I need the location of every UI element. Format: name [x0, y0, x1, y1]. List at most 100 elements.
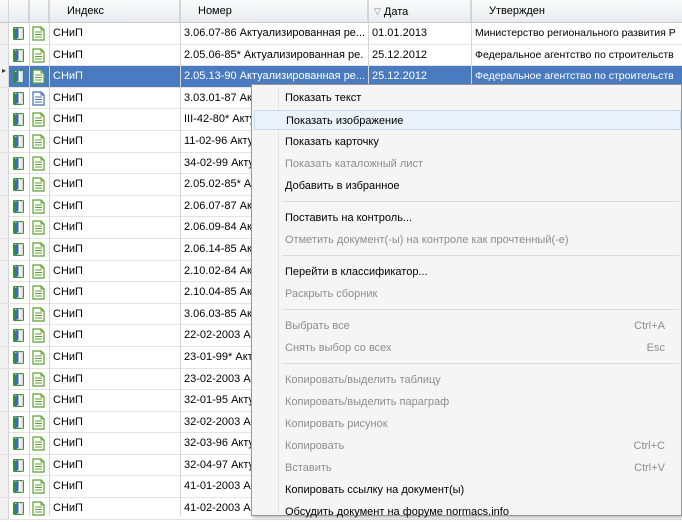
row-gutter[interactable]: [0, 238, 9, 260]
row-gutter[interactable]: [0, 346, 9, 368]
document-icon[interactable]: [32, 479, 45, 495]
column-header-number[interactable]: Номер: [180, 0, 368, 22]
document-icon[interactable]: [32, 263, 45, 279]
row-gutter[interactable]: [0, 109, 9, 131]
menu-item[interactable]: Раскрыть сборник: [254, 284, 681, 304]
menu-item[interactable]: Обсудить документ на форуме normacs.info: [254, 502, 681, 522]
book-icon[interactable]: [12, 91, 26, 106]
book-icon[interactable]: [12, 393, 26, 408]
menu-item-label: Показать карточку: [285, 135, 379, 148]
book-icon[interactable]: [12, 350, 26, 365]
menu-item[interactable]: Перейти в классификатор...: [254, 262, 681, 282]
book-icon[interactable]: [12, 458, 26, 473]
book-icon[interactable]: [12, 48, 26, 63]
book-icon[interactable]: [12, 479, 26, 494]
row-gutter[interactable]: [0, 476, 9, 498]
row-gutter[interactable]: [0, 260, 9, 282]
document-icon[interactable]: [32, 69, 45, 84]
document-icon[interactable]: [32, 47, 45, 63]
header-icon-col-2[interactable]: [29, 0, 49, 22]
menu-item-label: Показать изображение: [286, 114, 404, 127]
menu-item[interactable]: Добавить в избранное: [254, 176, 681, 196]
row-gutter[interactable]: [0, 368, 9, 390]
blue-document-icon[interactable]: [32, 91, 45, 106]
book-icon[interactable]: [12, 415, 26, 430]
book-icon[interactable]: [12, 112, 26, 127]
header-gutter: [0, 0, 9, 22]
book-icon[interactable]: [12, 199, 26, 214]
menu-item[interactable]: Вставить Ctrl+V: [254, 458, 681, 478]
document-icon[interactable]: [32, 436, 45, 451]
row-gutter[interactable]: [0, 130, 9, 152]
menu-item[interactable]: Копировать/выделить таблицу: [254, 370, 681, 390]
row-gutter[interactable]: [0, 87, 9, 109]
column-header-date[interactable]: ▽ Дата: [368, 0, 471, 22]
document-icon[interactable]: [32, 371, 45, 387]
document-icon[interactable]: [32, 285, 45, 300]
book-icon[interactable]: [12, 285, 26, 300]
document-icon[interactable]: [32, 155, 45, 171]
document-icon[interactable]: [32, 415, 45, 430]
row-gutter[interactable]: [0, 217, 9, 239]
document-icon[interactable]: [32, 393, 45, 408]
menu-item[interactable]: Отметить документ(-ы) на контроле как пр…: [254, 230, 681, 250]
menu-item[interactable]: Выбрать все Ctrl+A: [254, 316, 681, 336]
row-gutter[interactable]: [0, 454, 9, 476]
book-icon[interactable]: [12, 501, 26, 516]
row-gutter[interactable]: [0, 174, 9, 196]
menu-item[interactable]: Копировать Ctrl+C: [254, 436, 681, 456]
menu-item[interactable]: Показать текст: [254, 88, 681, 108]
document-icon[interactable]: [32, 307, 45, 322]
header-icon-col[interactable]: [9, 0, 29, 22]
book-icon[interactable]: [12, 436, 26, 451]
book-icon[interactable]: [12, 264, 26, 279]
document-icon[interactable]: [32, 350, 45, 365]
menu-item[interactable]: Показать карточку: [254, 132, 681, 152]
menu-item[interactable]: Копировать ссылку на документ(ы): [254, 480, 681, 500]
row-gutter[interactable]: [0, 44, 9, 66]
book-icon[interactable]: [12, 69, 26, 84]
row-gutter[interactable]: [0, 23, 9, 44]
document-icon[interactable]: [32, 501, 45, 516]
book-icon[interactable]: [12, 220, 26, 235]
document-icon[interactable]: [32, 134, 45, 149]
document-icon[interactable]: [32, 328, 45, 343]
cell-index: СНиП: [53, 415, 83, 428]
column-header-approved[interactable]: Утвержден: [471, 0, 682, 22]
table-row[interactable]: СНиП 2.05.06-85* Актуализированная ре... 2…: [0, 44, 682, 67]
menu-item[interactable]: Показать изображение: [254, 109, 681, 130]
book-icon[interactable]: [12, 328, 26, 343]
book-icon[interactable]: [12, 372, 26, 387]
row-gutter[interactable]: [0, 195, 9, 217]
row-gutter[interactable]: [0, 433, 9, 455]
menu-item[interactable]: Снять выбор со всех Esc: [254, 338, 681, 358]
cell-date: 01.01.2013: [372, 27, 428, 39]
document-icon[interactable]: [32, 26, 45, 41]
menu-item[interactable]: Копировать/выделить параграф: [254, 392, 681, 412]
row-gutter[interactable]: [0, 390, 9, 412]
row-gutter[interactable]: [0, 282, 9, 304]
document-icon[interactable]: [32, 458, 45, 473]
menu-item[interactable]: Поставить на контроль...: [254, 208, 681, 228]
row-gutter[interactable]: ▸: [0, 66, 9, 88]
menu-item[interactable]: Показать каталожный лист: [254, 154, 681, 174]
document-icon[interactable]: [32, 112, 45, 127]
row-gutter[interactable]: [0, 152, 9, 174]
document-icon[interactable]: [32, 220, 45, 235]
menu-item[interactable]: Копировать рисунок: [254, 414, 681, 434]
row-gutter[interactable]: [0, 325, 9, 347]
book-icon[interactable]: [12, 307, 26, 322]
sort-descending-icon: ▽: [374, 6, 381, 16]
book-icon[interactable]: [12, 26, 26, 41]
document-icon[interactable]: [32, 242, 45, 257]
book-icon[interactable]: [12, 242, 26, 257]
table-row[interactable]: СНиП 3.06.07-86 Актуализированная ре... 01…: [0, 23, 682, 45]
document-icon[interactable]: [32, 177, 45, 192]
row-gutter[interactable]: [0, 411, 9, 433]
book-icon[interactable]: [12, 134, 26, 149]
document-icon[interactable]: [32, 199, 45, 214]
book-icon[interactable]: [12, 156, 26, 171]
row-gutter[interactable]: [0, 303, 9, 325]
column-header-index[interactable]: Индекс: [49, 0, 180, 22]
book-icon[interactable]: [12, 177, 26, 192]
